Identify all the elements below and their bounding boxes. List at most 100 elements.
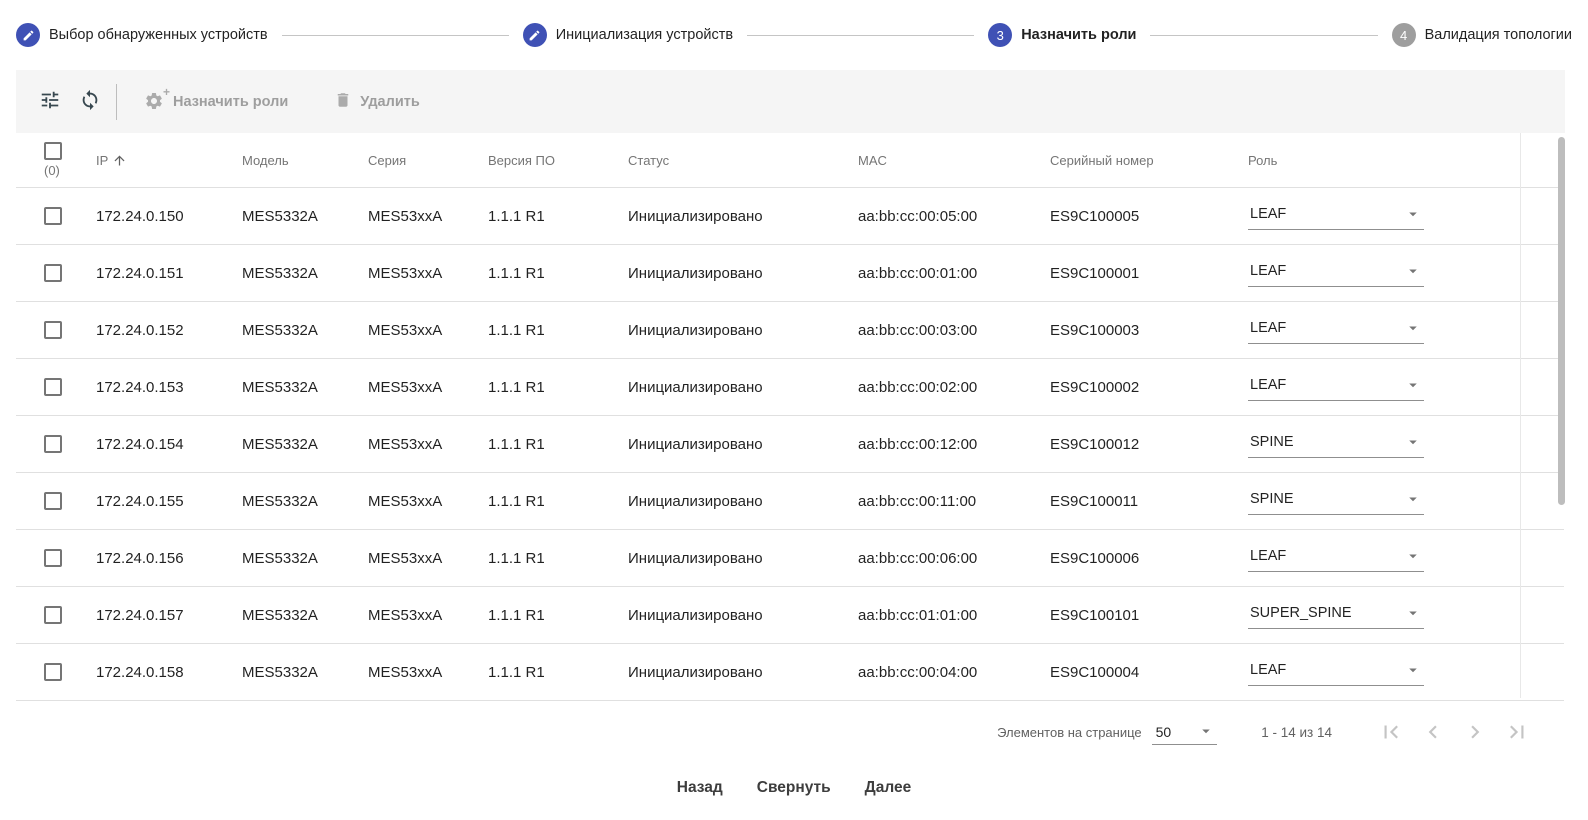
row-checkbox[interactable]: [44, 606, 62, 624]
row-checkbox[interactable]: [44, 492, 62, 510]
cell-serial: ES9C100011: [1050, 492, 1139, 510]
column-header-serial[interactable]: Серийный номер: [1050, 153, 1248, 168]
cell-ip: 172.24.0.156: [96, 549, 184, 567]
column-header-role[interactable]: Роль: [1248, 153, 1564, 168]
next-button[interactable]: Далее: [857, 769, 920, 807]
table-row: 172.24.0.156 MES5332A MES53xxA 1.1.1 R1 …: [16, 530, 1564, 587]
cell-mac: aa:bb:cc:00:12:00: [858, 435, 978, 453]
step-label: Инициализация устройств: [555, 27, 734, 43]
row-checkbox[interactable]: [44, 378, 62, 396]
cell-series: MES53xxA: [368, 207, 443, 225]
table-row: 172.24.0.157 MES5332A MES53xxA 1.1.1 R1 …: [16, 587, 1564, 644]
step-number-badge: 4: [1391, 23, 1416, 47]
next-page-button[interactable]: [1462, 719, 1488, 745]
step-label: Назначить роли: [1021, 27, 1137, 43]
role-select[interactable]: LEAF: [1248, 374, 1424, 401]
back-button[interactable]: Назад: [669, 769, 731, 807]
gear-plus-icon: +: [143, 85, 170, 113]
role-select[interactable]: LEAF: [1248, 260, 1424, 287]
cell-model: MES5332A: [242, 549, 318, 567]
dropdown-arrow-icon: [1404, 433, 1422, 451]
cell-model: MES5332A: [242, 606, 318, 624]
filter-button[interactable]: [30, 82, 70, 122]
step-select-discovered-devices[interactable]: Выбор обнаруженных устройств: [16, 23, 268, 47]
cell-status: Инициализировано: [628, 264, 763, 282]
step-assign-roles[interactable]: 3 Назначить роли: [988, 23, 1136, 47]
sort-ascending-icon: [112, 153, 127, 168]
cell-serial: ES9C100006: [1050, 549, 1140, 567]
cell-version: 1.1.1 R1: [488, 435, 545, 453]
column-header-version[interactable]: Версия ПО: [488, 153, 628, 168]
cell-model: MES5332A: [242, 321, 318, 339]
wizard-stepper: Выбор обнаруженных устройств Инициализац…: [0, 0, 1588, 70]
cell-series: MES53xxA: [368, 492, 443, 510]
cell-serial: ES9C100012: [1050, 435, 1140, 453]
pagination-bar: Элементов на странице 50 1 - 14 из 14: [0, 701, 1588, 763]
cell-mac: aa:bb:cc:00:03:00: [858, 321, 978, 339]
cell-status: Инициализировано: [628, 321, 763, 339]
role-select[interactable]: LEAF: [1248, 659, 1424, 686]
pagination-range: 1 - 14 из 14: [1261, 724, 1332, 740]
column-header-mac[interactable]: MAC: [858, 153, 1050, 168]
step-label: Выбор обнаруженных устройств: [49, 27, 268, 43]
items-per-page-select[interactable]: 50: [1151, 720, 1218, 745]
table-row: 172.24.0.151 MES5332A MES53xxA 1.1.1 R1 …: [16, 245, 1564, 302]
cell-status: Инициализировано: [628, 663, 763, 681]
table-row: 172.24.0.152 MES5332A MES53xxA 1.1.1 R1 …: [16, 302, 1564, 359]
cell-serial: ES9C100001: [1050, 264, 1140, 282]
cell-status: Инициализировано: [628, 549, 763, 567]
step-initialize-devices[interactable]: Инициализация устройств: [522, 23, 734, 47]
assign-roles-label: Назначить роли: [173, 93, 289, 110]
cell-version: 1.1.1 R1: [488, 378, 545, 396]
select-all-checkbox[interactable]: [44, 142, 62, 160]
cell-model: MES5332A: [242, 435, 318, 453]
cell-ip: 172.24.0.152: [96, 321, 184, 339]
row-checkbox[interactable]: [44, 207, 62, 225]
row-checkbox[interactable]: [44, 549, 62, 567]
cell-status: Инициализировано: [628, 435, 763, 453]
role-select[interactable]: LEAF: [1248, 317, 1424, 344]
header-select-all: (0): [16, 142, 96, 178]
trash-icon: [334, 91, 352, 113]
column-header-model[interactable]: Модель: [242, 153, 368, 168]
cell-ip: 172.24.0.153: [96, 378, 184, 396]
step-validate-topology[interactable]: 4 Валидация топологии: [1391, 23, 1572, 47]
cell-mac: aa:bb:cc:00:01:00: [858, 264, 978, 282]
devices-table: (0) IP Модель Серия Версия ПО Статус MAC…: [16, 133, 1564, 701]
row-checkbox[interactable]: [44, 663, 62, 681]
delete-label: Удалить: [360, 93, 420, 110]
collapse-button[interactable]: Свернуть: [749, 769, 839, 807]
cell-series: MES53xxA: [368, 435, 443, 453]
table-row: 172.24.0.155 MES5332A MES53xxA 1.1.1 R1 …: [16, 473, 1564, 530]
first-page-button[interactable]: [1378, 719, 1404, 745]
cell-ip: 172.24.0.151: [96, 264, 184, 282]
refresh-button[interactable]: [70, 82, 110, 122]
cell-ip: 172.24.0.155: [96, 492, 184, 510]
last-page-button[interactable]: [1504, 719, 1530, 745]
vertical-scrollbar[interactable]: [1558, 137, 1565, 505]
role-select[interactable]: SPINE: [1248, 431, 1424, 458]
column-header-status[interactable]: Статус: [628, 153, 858, 168]
row-checkbox[interactable]: [44, 435, 62, 453]
assign-roles-button[interactable]: + Назначить роли: [129, 83, 302, 121]
table-header-row: (0) IP Модель Серия Версия ПО Статус MAC…: [16, 133, 1564, 188]
column-header-series[interactable]: Серия: [368, 153, 488, 168]
role-select[interactable]: LEAF: [1248, 545, 1424, 572]
cell-version: 1.1.1 R1: [488, 264, 545, 282]
role-select[interactable]: SUPER_SPINE: [1248, 602, 1424, 629]
assign-roles-wizard-page: Выбор обнаруженных устройств Инициализац…: [0, 0, 1588, 820]
role-select[interactable]: SPINE: [1248, 488, 1424, 515]
row-checkbox[interactable]: [44, 321, 62, 339]
cell-serial: ES9C100003: [1050, 321, 1140, 339]
dropdown-arrow-icon: [1404, 490, 1422, 508]
cell-version: 1.1.1 R1: [488, 549, 545, 567]
dropdown-arrow-icon: [1197, 722, 1215, 740]
cell-version: 1.1.1 R1: [488, 321, 545, 339]
delete-button[interactable]: Удалить: [320, 83, 434, 121]
previous-page-button[interactable]: [1420, 719, 1446, 745]
column-header-ip[interactable]: IP: [96, 153, 242, 168]
cell-version: 1.1.1 R1: [488, 663, 545, 681]
role-select[interactable]: LEAF: [1248, 203, 1424, 230]
stepper-connector: [747, 34, 975, 36]
row-checkbox[interactable]: [44, 264, 62, 282]
